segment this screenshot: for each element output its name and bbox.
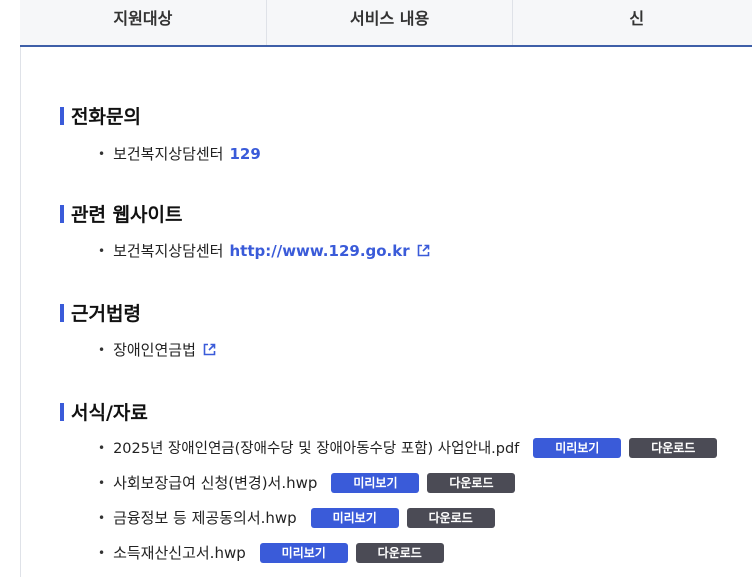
- section-marker: [60, 402, 64, 421]
- preview-button[interactable]: 미리보기: [331, 472, 420, 493]
- website-link[interactable]: http://www.129.go.kr: [229, 242, 409, 260]
- content-left-border: [20, 47, 21, 577]
- list-item-law: • 장애인연금법: [98, 339, 216, 360]
- tab-service-content[interactable]: 서비스 내용: [267, 0, 514, 45]
- external-link-icon[interactable]: [203, 343, 216, 356]
- file-name: 2025년 장애인연금(장애수당 및 장애아동수당 포함) 사업안내.pdf: [113, 441, 520, 457]
- list-item-phone: • 보건복지상담센터 129: [98, 143, 261, 164]
- download-button[interactable]: 다운로드: [629, 437, 718, 458]
- section-title-website: 관련 웹사이트: [60, 200, 183, 227]
- item-label: 보건복지상담센터: [113, 242, 224, 260]
- list-item-file: • 금융정보 등 제공동의서.hwp 미리보기 다운로드: [98, 507, 495, 528]
- item-label: 보건복지상담센터: [113, 145, 224, 163]
- bullet-icon: •: [98, 475, 106, 490]
- bullet-icon: •: [98, 342, 106, 357]
- external-link-icon[interactable]: [417, 244, 430, 257]
- tab-application[interactable]: 신: [513, 0, 752, 45]
- law-link[interactable]: 장애인연금법: [113, 339, 196, 360]
- bullet-icon: •: [98, 510, 106, 525]
- preview-button[interactable]: 미리보기: [259, 542, 348, 563]
- bullet-icon: •: [98, 545, 106, 560]
- tab-eligibility[interactable]: 지원대상: [20, 0, 267, 45]
- preview-button[interactable]: 미리보기: [310, 507, 399, 528]
- list-item-file: • 사회보장급여 신청(변경)서.hwp 미리보기 다운로드: [98, 472, 516, 493]
- download-button[interactable]: 다운로드: [355, 542, 444, 563]
- section-title-text: 근거법령: [71, 303, 141, 325]
- section-marker: [60, 106, 64, 125]
- download-button[interactable]: 다운로드: [406, 507, 495, 528]
- list-item-file: • 2025년 장애인연금(장애수당 및 장애아동수당 포함) 사업안내.pdf…: [98, 437, 718, 458]
- section-title-phone: 전화문의: [60, 102, 141, 129]
- section-title-law: 근거법령: [60, 299, 141, 326]
- section-marker: [60, 204, 64, 223]
- download-button[interactable]: 다운로드: [427, 472, 516, 493]
- section-marker: [60, 303, 64, 322]
- list-item-website: • 보건복지상담센터 http://www.129.go.kr: [98, 240, 430, 261]
- section-title-text: 서식/자료: [71, 402, 148, 424]
- tab-bar: 지원대상 서비스 내용 신: [0, 0, 752, 47]
- bullet-icon: •: [98, 146, 106, 161]
- section-title-forms: 서식/자료: [60, 398, 148, 425]
- section-title-text: 전화문의: [71, 106, 141, 128]
- file-name: 소득재산신고서.hwp: [113, 544, 246, 562]
- file-name: 사회보장급여 신청(변경)서.hwp: [113, 474, 318, 492]
- section-title-text: 관련 웹사이트: [71, 204, 183, 226]
- bullet-icon: •: [98, 243, 106, 258]
- file-name: 금융정보 등 제공동의서.hwp: [113, 509, 297, 527]
- list-item-file: • 소득재산신고서.hwp 미리보기 다운로드: [98, 542, 444, 563]
- preview-button[interactable]: 미리보기: [533, 437, 622, 458]
- tab-list: 지원대상 서비스 내용 신: [20, 0, 752, 47]
- bullet-icon: •: [98, 440, 106, 455]
- phone-number-link[interactable]: 129: [229, 145, 260, 163]
